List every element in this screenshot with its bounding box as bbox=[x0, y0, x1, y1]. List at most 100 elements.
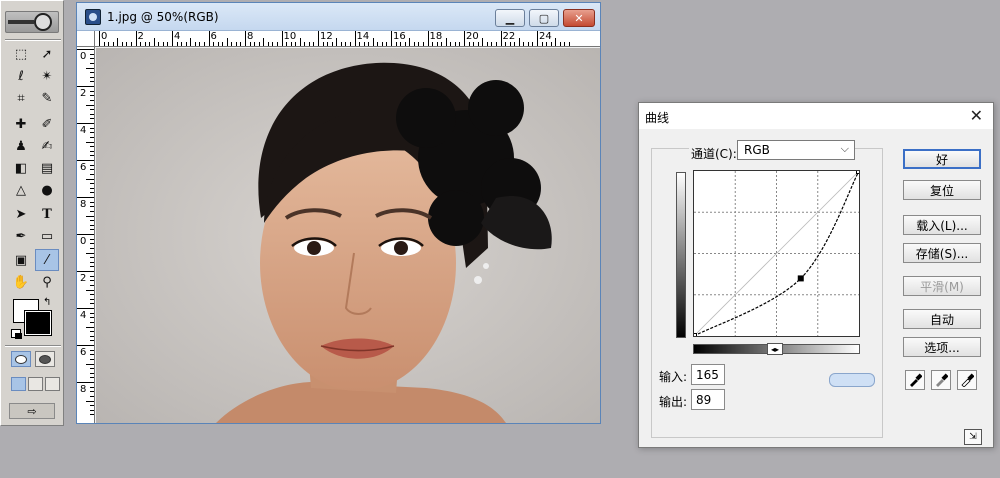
dodge-tool-icon[interactable]: ● bbox=[35, 179, 59, 201]
history-brush-tool-icon[interactable]: ✍ bbox=[35, 135, 59, 157]
ruler-minor-tick bbox=[432, 42, 434, 46]
ruler-minor-tick bbox=[295, 42, 297, 46]
type-tool-icon[interactable]: T bbox=[35, 203, 59, 225]
eyedropper-tool-icon[interactable]: ⁄ bbox=[35, 249, 59, 271]
channel-select[interactable]: RGB ⌵ bbox=[737, 140, 855, 160]
curve-graph-svg[interactable] bbox=[691, 168, 862, 339]
ruler-minor-tick bbox=[86, 178, 94, 180]
ruler-label: 6 bbox=[80, 162, 87, 173]
ruler-minor-tick bbox=[345, 42, 347, 46]
save-button[interactable]: 存储(S)... bbox=[903, 243, 981, 263]
brush-tool-icon[interactable]: ✐ bbox=[35, 113, 59, 135]
ruler-tick bbox=[77, 345, 94, 346]
path-select-tool-icon[interactable]: ➤ bbox=[9, 203, 33, 225]
reset-button[interactable]: 复位 bbox=[903, 180, 981, 200]
swap-colors-icon[interactable]: ↰ bbox=[43, 297, 51, 308]
channel-select-value: RGB bbox=[744, 143, 770, 157]
document-title-bar[interactable]: 1.jpg @ 50%(RGB) ▁ ▢ ✕ bbox=[77, 3, 600, 31]
ruler-minor-tick bbox=[112, 42, 114, 46]
notes-tool-icon[interactable]: ▣ bbox=[9, 249, 33, 271]
ruler-minor-tick bbox=[90, 317, 94, 319]
ruler-minor-tick bbox=[90, 53, 94, 55]
minimize-button[interactable]: ▁ bbox=[495, 9, 525, 27]
ruler-minor-tick bbox=[454, 42, 456, 46]
slice-tool-icon[interactable]: ✎ bbox=[35, 87, 59, 109]
ruler-minor-tick bbox=[459, 42, 461, 46]
close-button[interactable]: ✕ bbox=[563, 9, 595, 27]
image-canvas[interactable] bbox=[96, 48, 600, 423]
ruler-minor-tick bbox=[90, 368, 94, 370]
ruler-minor-tick bbox=[422, 42, 424, 46]
toolbox: ⬚ ➚ ℓ ✴ ⌗ ✎ ✚ ✐ ♟ ✍ ◧ ▤ △ ● ➤ T ✒ ▭ ▣ ⁄ … bbox=[0, 0, 64, 426]
eraser-tool-icon[interactable]: ◧ bbox=[9, 157, 33, 179]
curves-dialog-title-bar[interactable]: 曲线 ✕ bbox=[639, 103, 993, 129]
lasso-tool-icon[interactable]: ℓ bbox=[9, 65, 33, 87]
curve-graph[interactable] bbox=[691, 168, 862, 339]
ruler-minor-tick bbox=[418, 42, 420, 46]
ruler-minor-tick bbox=[149, 42, 151, 46]
vertical-ruler[interactable]: 0 2 4 6 8 0 2 4 6 8 bbox=[77, 47, 95, 423]
screen-mode-full-menu-button[interactable] bbox=[28, 377, 43, 391]
ruler-minor-tick bbox=[340, 42, 342, 46]
ok-button[interactable]: 好 bbox=[903, 149, 981, 169]
blur-tool-icon[interactable]: △ bbox=[9, 179, 33, 201]
white-point-eyedropper-icon[interactable] bbox=[957, 370, 977, 390]
input-field[interactable]: 165 bbox=[691, 364, 725, 385]
standard-mode-button[interactable] bbox=[11, 351, 31, 367]
ruler-tick bbox=[500, 31, 502, 46]
ruler-minor-tick bbox=[231, 42, 233, 46]
options-button[interactable]: 选项... bbox=[903, 337, 981, 357]
ruler-label: 2 bbox=[80, 88, 87, 99]
ruler-minor-tick bbox=[90, 229, 94, 231]
ruler-minor-tick bbox=[372, 38, 374, 46]
zoom-tool-icon[interactable]: ⚲ bbox=[35, 271, 59, 293]
ruler-minor-tick bbox=[86, 326, 94, 328]
ruler-origin[interactable] bbox=[77, 31, 95, 47]
output-field[interactable]: 89 bbox=[691, 389, 725, 410]
horizontal-ruler[interactable]: 0 2 4 6 8 10 12 14 16 18 20 22 24 bbox=[95, 31, 600, 47]
ruler-tick bbox=[427, 31, 429, 46]
smooth-button[interactable]: 平滑(M) bbox=[903, 276, 981, 296]
screen-mode-standard-button[interactable] bbox=[11, 377, 26, 391]
healing-brush-tool-icon[interactable]: ✚ bbox=[9, 113, 33, 135]
pen-tool-icon[interactable]: ✒ bbox=[9, 225, 33, 247]
maximize-button[interactable]: ▢ bbox=[529, 9, 559, 27]
ruler-minor-tick bbox=[322, 42, 324, 46]
crop-tool-icon[interactable]: ⌗ bbox=[9, 87, 33, 109]
jump-to-imageready-button[interactable]: ⇨ bbox=[9, 403, 55, 419]
ruler-minor-tick bbox=[559, 42, 561, 46]
clone-stamp-tool-icon[interactable]: ♟ bbox=[9, 135, 33, 157]
ruler-minor-tick bbox=[90, 99, 94, 101]
gradient-toggle-button[interactable]: ◂▸ bbox=[767, 343, 783, 355]
move-tool-icon[interactable]: ➚ bbox=[35, 43, 59, 65]
ruler-tick bbox=[77, 49, 94, 50]
gradient-tool-icon[interactable]: ▤ bbox=[35, 157, 59, 179]
ruler-minor-tick bbox=[327, 42, 329, 46]
ruler-minor-tick bbox=[90, 132, 94, 134]
ruler-tick bbox=[77, 234, 94, 235]
screen-mode-full-button[interactable] bbox=[45, 377, 60, 391]
ruler-minor-tick bbox=[495, 42, 497, 46]
curve-point-pencil-toggle[interactable] bbox=[829, 373, 875, 387]
hand-tool-icon[interactable]: ✋ bbox=[9, 271, 33, 293]
auto-button[interactable]: 自动 bbox=[903, 309, 981, 329]
ruler-tick bbox=[135, 31, 137, 46]
ruler-label: 0 bbox=[80, 51, 87, 62]
magic-wand-tool-icon[interactable]: ✴ bbox=[35, 65, 59, 87]
background-color-swatch[interactable] bbox=[24, 310, 52, 336]
ruler-tick bbox=[281, 31, 283, 46]
rect-marquee-tool-icon[interactable]: ⬚ bbox=[9, 43, 33, 65]
gray-point-eyedropper-icon[interactable] bbox=[931, 370, 951, 390]
ruler-minor-tick bbox=[203, 42, 205, 46]
shape-tool-icon[interactable]: ▭ bbox=[35, 225, 59, 247]
black-point-eyedropper-icon[interactable] bbox=[905, 370, 925, 390]
dialog-close-icon[interactable]: ✕ bbox=[970, 106, 983, 125]
default-colors-icon[interactable] bbox=[11, 329, 22, 339]
ruler-minor-tick bbox=[482, 38, 484, 46]
expand-dialog-icon[interactable]: ⇲ bbox=[964, 429, 982, 445]
ruler-label: 24 bbox=[539, 31, 552, 42]
photoshop-logo[interactable] bbox=[5, 11, 59, 33]
ruler-minor-tick bbox=[290, 42, 292, 46]
quick-mask-mode-button[interactable] bbox=[35, 351, 55, 367]
load-button[interactable]: 载入(L)... bbox=[903, 215, 981, 235]
